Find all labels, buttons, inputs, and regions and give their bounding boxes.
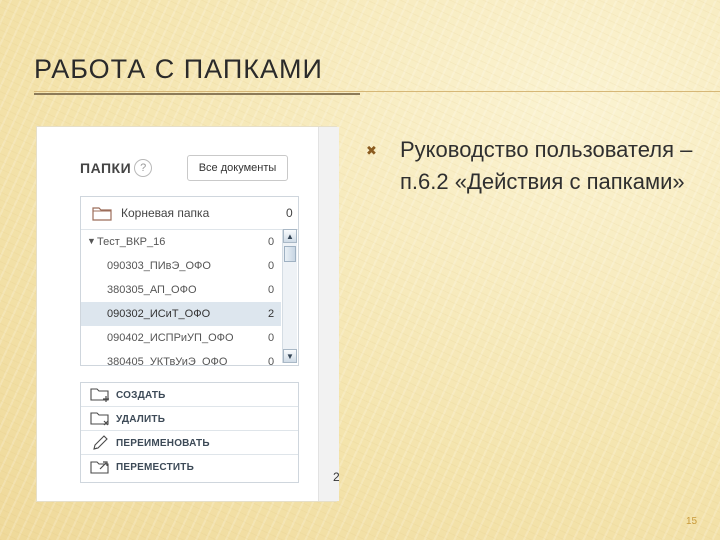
folder-row[interactable]: 090303_ПИвЭ_ОФО 0 [81,254,281,278]
screenshot-edge-number: 2 [333,470,340,484]
folder-count: 0 [268,332,275,344]
action-label: УДАЛИТЬ [116,414,166,425]
bullet-text: Руководство пользователя – п.6.2 «Действ… [400,137,693,194]
folder-label: 380405_УКТвУиЭ_ОФО [107,356,228,366]
folder-add-icon [90,387,110,406]
scroll-up-icon[interactable]: ▲ [283,229,297,243]
move-folder-button[interactable]: ПЕРЕМЕСТИТЬ [81,455,298,479]
title-underline-accent [34,93,360,95]
folder-icon [92,206,112,226]
folders-panel-header: ПАПКИ ? [80,155,153,181]
chevron-down-icon[interactable]: ▼ [87,236,96,246]
root-folder-count: 0 [286,206,293,220]
all-documents-button[interactable]: Все документы [187,155,288,181]
root-folder-row[interactable]: Корневая папка 0 [81,197,298,230]
folder-count: 0 [268,236,275,248]
folder-label: 090302_ИСиТ_ОФО [107,308,211,320]
folder-list: ▼ Тест_ВКР_16 0 090303_ПИвЭ_ОФО 0 380305… [81,230,281,365]
cross-bullet-icon: ✖ [366,143,377,158]
folder-count: 0 [268,356,275,366]
folder-row[interactable]: 090402_ИСПРиУП_ОФО 0 [81,326,281,350]
folder-row[interactable]: 380405_УКТвУиЭ_ОФО 0 [81,350,281,366]
action-label: СОЗДАТЬ [116,390,166,401]
folder-row-selected[interactable]: 090302_ИСиТ_ОФО 2 [81,302,281,326]
create-folder-button[interactable]: СОЗДАТЬ [81,383,298,407]
slide-title: РАБОТА С ПАПКАМИ [34,54,323,84]
scrollbar-thumb[interactable] [284,246,296,262]
scroll-down-icon[interactable]: ▼ [283,349,297,363]
folder-row[interactable]: 380305_АП_ОФО 0 [81,278,281,302]
folder-label: 090402_ИСПРиУП_ОФО [107,332,234,344]
folder-count: 0 [268,284,275,296]
action-label: ПЕРЕМЕСТИТЬ [116,462,194,473]
folder-label: Тест_ВКР_16 [97,236,166,248]
folder-row[interactable]: ▼ Тест_ВКР_16 0 [81,230,281,254]
root-folder-label: Корневая папка [121,206,210,220]
folder-label: 090303_ПИвЭ_ОФО [107,260,211,272]
folders-panel-title: ПАПКИ [80,160,132,176]
folder-count: 0 [268,260,275,272]
folder-label: 380305_АП_ОФО [107,284,197,296]
delete-folder-button[interactable]: УДАЛИТЬ [81,407,298,431]
folder-list-scrollbar[interactable]: ▲ ▼ [282,229,297,363]
folder-actions: СОЗДАТЬ УДАЛИТЬ ПЕРЕИМЕНОВАТЬ ПЕРЕМЕСТИТ… [80,382,299,483]
folder-delete-icon [90,411,110,430]
action-label: ПЕРЕИМЕНОВАТЬ [116,438,210,449]
folder-count: 2 [268,308,275,320]
page-number: 15 [686,516,698,527]
folder-tree: Корневая папка 0 ▼ Тест_ВКР_16 0 090303_… [80,196,299,366]
title-underline [34,91,720,92]
folder-move-icon [90,459,110,478]
rename-folder-button[interactable]: ПЕРЕИМЕНОВАТЬ [81,431,298,455]
help-icon[interactable]: ? [134,159,153,177]
screenshot-right-strip [318,127,339,501]
pencil-icon [90,435,110,454]
